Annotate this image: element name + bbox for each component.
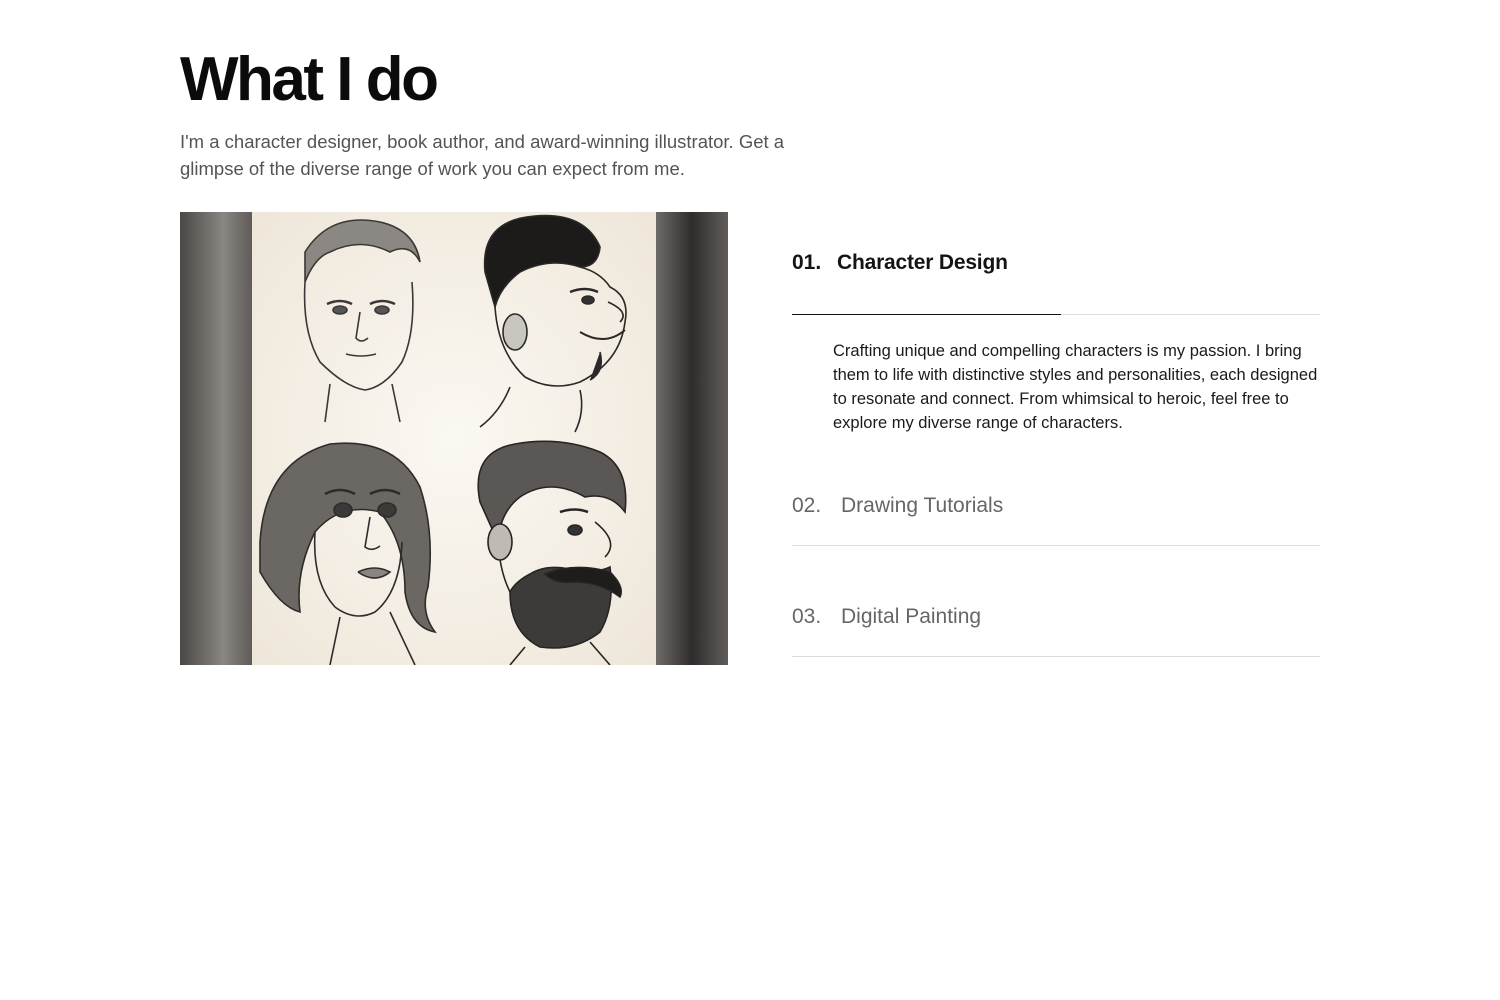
service-header-digital-painting[interactable]: 03. Digital Painting <box>792 583 1320 657</box>
page-title: What I do <box>180 45 439 114</box>
service-label: Character Design <box>837 251 1008 274</box>
service-digital-painting[interactable]: 03. Digital Painting <box>792 583 1320 657</box>
service-character-design[interactable]: 01. Character Design Crafting unique and… <box>792 212 1320 452</box>
service-header-character-design[interactable]: 01. Character Design <box>792 212 1320 314</box>
service-header-drawing-tutorials[interactable]: 02. Drawing Tutorials <box>792 472 1320 546</box>
service-drawing-tutorials[interactable]: 02. Drawing Tutorials <box>792 472 1320 546</box>
what-i-do-section: What I do I'm a character designer, book… <box>180 0 1320 1000</box>
service-description: Crafting unique and compelling character… <box>833 342 1318 432</box>
character-sketches-image <box>180 212 728 665</box>
service-label: Digital Painting <box>841 605 982 628</box>
services-list: 01. Character Design Crafting unique and… <box>792 212 1320 657</box>
service-label: Drawing Tutorials <box>841 494 1004 517</box>
service-number: 02. <box>792 494 822 517</box>
service-divider <box>792 545 1320 546</box>
service-active-indicator <box>792 314 1061 315</box>
character-sketches-illustration <box>180 212 728 665</box>
service-number: 01. <box>792 251 822 274</box>
service-divider <box>792 656 1320 657</box>
page-subtitle: I'm a character designer, book author, a… <box>180 131 785 179</box>
service-number: 03. <box>792 605 822 628</box>
